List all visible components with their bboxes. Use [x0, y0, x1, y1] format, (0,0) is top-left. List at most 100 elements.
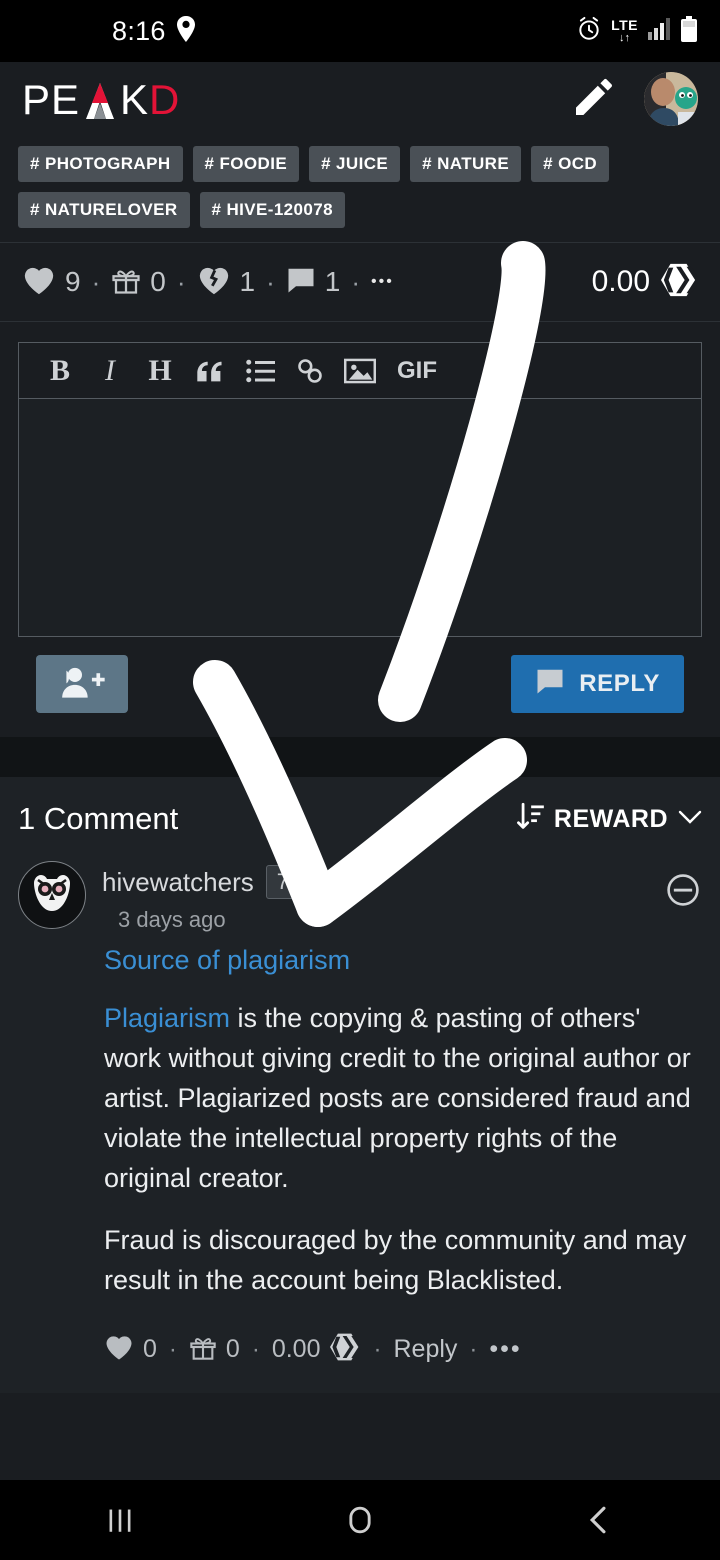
- separator-dot: ·: [266, 266, 275, 297]
- heading-button[interactable]: H: [135, 346, 185, 396]
- editor-box: B I H GIF: [18, 342, 702, 637]
- tag-chip[interactable]: # NATURELOVER: [18, 192, 190, 228]
- heart-icon: [104, 1333, 134, 1366]
- comment-body: Source of plagiarism Plagiarism is the c…: [18, 933, 702, 1300]
- post-stats-bar: 9 · 0 · 1 · 1 · ••• 0.00: [0, 243, 720, 321]
- tag-chip[interactable]: # FOODIE: [192, 146, 300, 182]
- comment-paragraph-2: Fraud is discouraged by the community an…: [104, 1225, 687, 1295]
- gift-icon: [111, 264, 141, 301]
- comment-icon: [286, 265, 316, 300]
- signal-bars-icon: [647, 17, 671, 45]
- image-icon[interactable]: [335, 346, 385, 396]
- sort-descending-icon: [516, 802, 544, 837]
- separator-dot: ·: [91, 266, 101, 297]
- tag-chip[interactable]: # JUICE: [309, 146, 401, 182]
- reputation-badge: 77: [265, 865, 313, 899]
- tag-chip[interactable]: # PHOTOGRAPH: [18, 146, 183, 182]
- payout-amount: 0.00: [591, 265, 650, 298]
- collapse-minus-icon[interactable]: [666, 873, 700, 912]
- status-time: 8:16: [112, 15, 166, 46]
- italic-button[interactable]: I: [85, 346, 135, 396]
- comments-section: 1 Comment REWARD hivewatchers 77 3 days …: [0, 777, 720, 1393]
- comment-payout-amount: 0.00: [271, 1335, 321, 1363]
- comment-icon: [535, 666, 565, 703]
- comment-author-row: hivewatchers 77: [102, 865, 313, 899]
- tag-chip[interactable]: # HIVE-120078: [199, 192, 345, 228]
- editor-toolbar: B I H GIF: [19, 343, 701, 399]
- separator-dot: ·: [168, 1335, 177, 1363]
- comment-stat[interactable]: 1: [286, 265, 340, 300]
- separator-dot: ·: [469, 1335, 478, 1363]
- back-icon[interactable]: [480, 1503, 720, 1537]
- comment-timestamp: 3 days ago: [118, 907, 226, 932]
- comment-gift[interactable]: 0: [189, 1333, 240, 1366]
- comments-header: 1 Comment REWARD: [18, 777, 702, 861]
- reply-editor: B I H GIF REPLY: [0, 322, 720, 713]
- home-icon[interactable]: [240, 1503, 480, 1537]
- hive-logo-icon: [660, 262, 700, 303]
- gift-icon: [189, 1333, 217, 1366]
- gif-button[interactable]: GIF: [391, 346, 443, 396]
- add-user-button[interactable]: [36, 655, 128, 713]
- upvote-stat[interactable]: 9: [22, 264, 81, 301]
- gift-stat[interactable]: 0: [111, 264, 166, 301]
- chevron-down-icon: [678, 809, 702, 830]
- comment-more-button[interactable]: •••: [489, 1335, 521, 1364]
- reply-button[interactable]: REPLY: [511, 655, 684, 713]
- separator-dot: ·: [373, 1335, 382, 1363]
- avatar[interactable]: [644, 72, 698, 126]
- app-header: PE K D: [0, 62, 720, 136]
- android-nav-bar: [0, 1480, 720, 1560]
- logo-text-k: K: [120, 76, 150, 123]
- comment-author[interactable]: hivewatchers: [102, 867, 254, 898]
- status-bar-left: 8:16: [112, 15, 196, 47]
- peakd-logo[interactable]: PE K D: [22, 77, 180, 121]
- broken-heart-icon: [197, 264, 231, 301]
- pencil-icon[interactable]: [570, 73, 618, 126]
- logo-text-d: D: [149, 76, 181, 123]
- post-more-button[interactable]: •••: [371, 273, 394, 291]
- hive-logo-icon: [329, 1332, 363, 1367]
- tag-chip[interactable]: # NATURE: [410, 146, 522, 182]
- comment-payout[interactable]: 0.00: [271, 1332, 363, 1367]
- sort-dropdown[interactable]: REWARD: [516, 802, 702, 837]
- reply-button-label: REPLY: [579, 670, 660, 697]
- downvote-stat[interactable]: 1: [197, 264, 255, 301]
- network-type-icon: LTE ↓↑: [611, 17, 638, 44]
- separator-dot: ·: [176, 266, 186, 297]
- comment-paragraph-1: Plagiarism is the copying & pasting of o…: [104, 998, 702, 1198]
- plagiarism-link[interactable]: Plagiarism: [104, 1003, 230, 1033]
- comment-upvote-count: 0: [143, 1335, 157, 1363]
- section-gap: [0, 737, 720, 777]
- comment-upvote[interactable]: 0: [104, 1333, 157, 1366]
- quote-icon[interactable]: [185, 346, 235, 396]
- logo-peak-icon: [80, 81, 120, 121]
- header-actions: [570, 72, 698, 126]
- comment-actions: 0 · 0 · 0.00 · Reply · •••: [18, 1322, 702, 1383]
- recent-apps-icon[interactable]: [0, 1503, 240, 1537]
- location-pin-icon: [176, 15, 196, 47]
- link-icon[interactable]: [285, 346, 335, 396]
- separator-dot: ·: [251, 1335, 260, 1363]
- comment-meta: hivewatchers 77 3 days ago: [102, 861, 313, 933]
- status-bar-right: LTE ↓↑: [576, 15, 698, 47]
- comment-item: hivewatchers 77 3 days ago Source of pla…: [18, 861, 702, 1393]
- editor-actions: REPLY: [18, 637, 702, 713]
- comment-gift-count: 0: [225, 1335, 240, 1363]
- owl-avatar[interactable]: [18, 861, 86, 929]
- comment-header: hivewatchers 77 3 days ago: [18, 861, 702, 933]
- add-user-icon: [59, 665, 105, 704]
- upvote-count: 9: [65, 266, 81, 297]
- separator-dot: ·: [351, 266, 360, 297]
- post-tags: # PHOTOGRAPH # FOODIE # JUICE # NATURE #…: [0, 136, 720, 242]
- app-root: 8:16 LTE ↓↑ PE K D # PHOTOGRAPH # FOODIE…: [0, 0, 720, 1560]
- source-of-plagiarism-link[interactable]: Source of plagiarism: [104, 945, 702, 976]
- bullet-list-icon[interactable]: [235, 346, 285, 396]
- bold-button[interactable]: B: [35, 346, 85, 396]
- tag-chip[interactable]: # OCD: [531, 146, 610, 182]
- comment-reply-link[interactable]: Reply: [393, 1335, 457, 1364]
- reply-textarea[interactable]: [19, 399, 701, 636]
- battery-icon: [680, 15, 698, 47]
- gift-count: 0: [150, 266, 166, 297]
- post-payout[interactable]: 0.00: [591, 262, 700, 303]
